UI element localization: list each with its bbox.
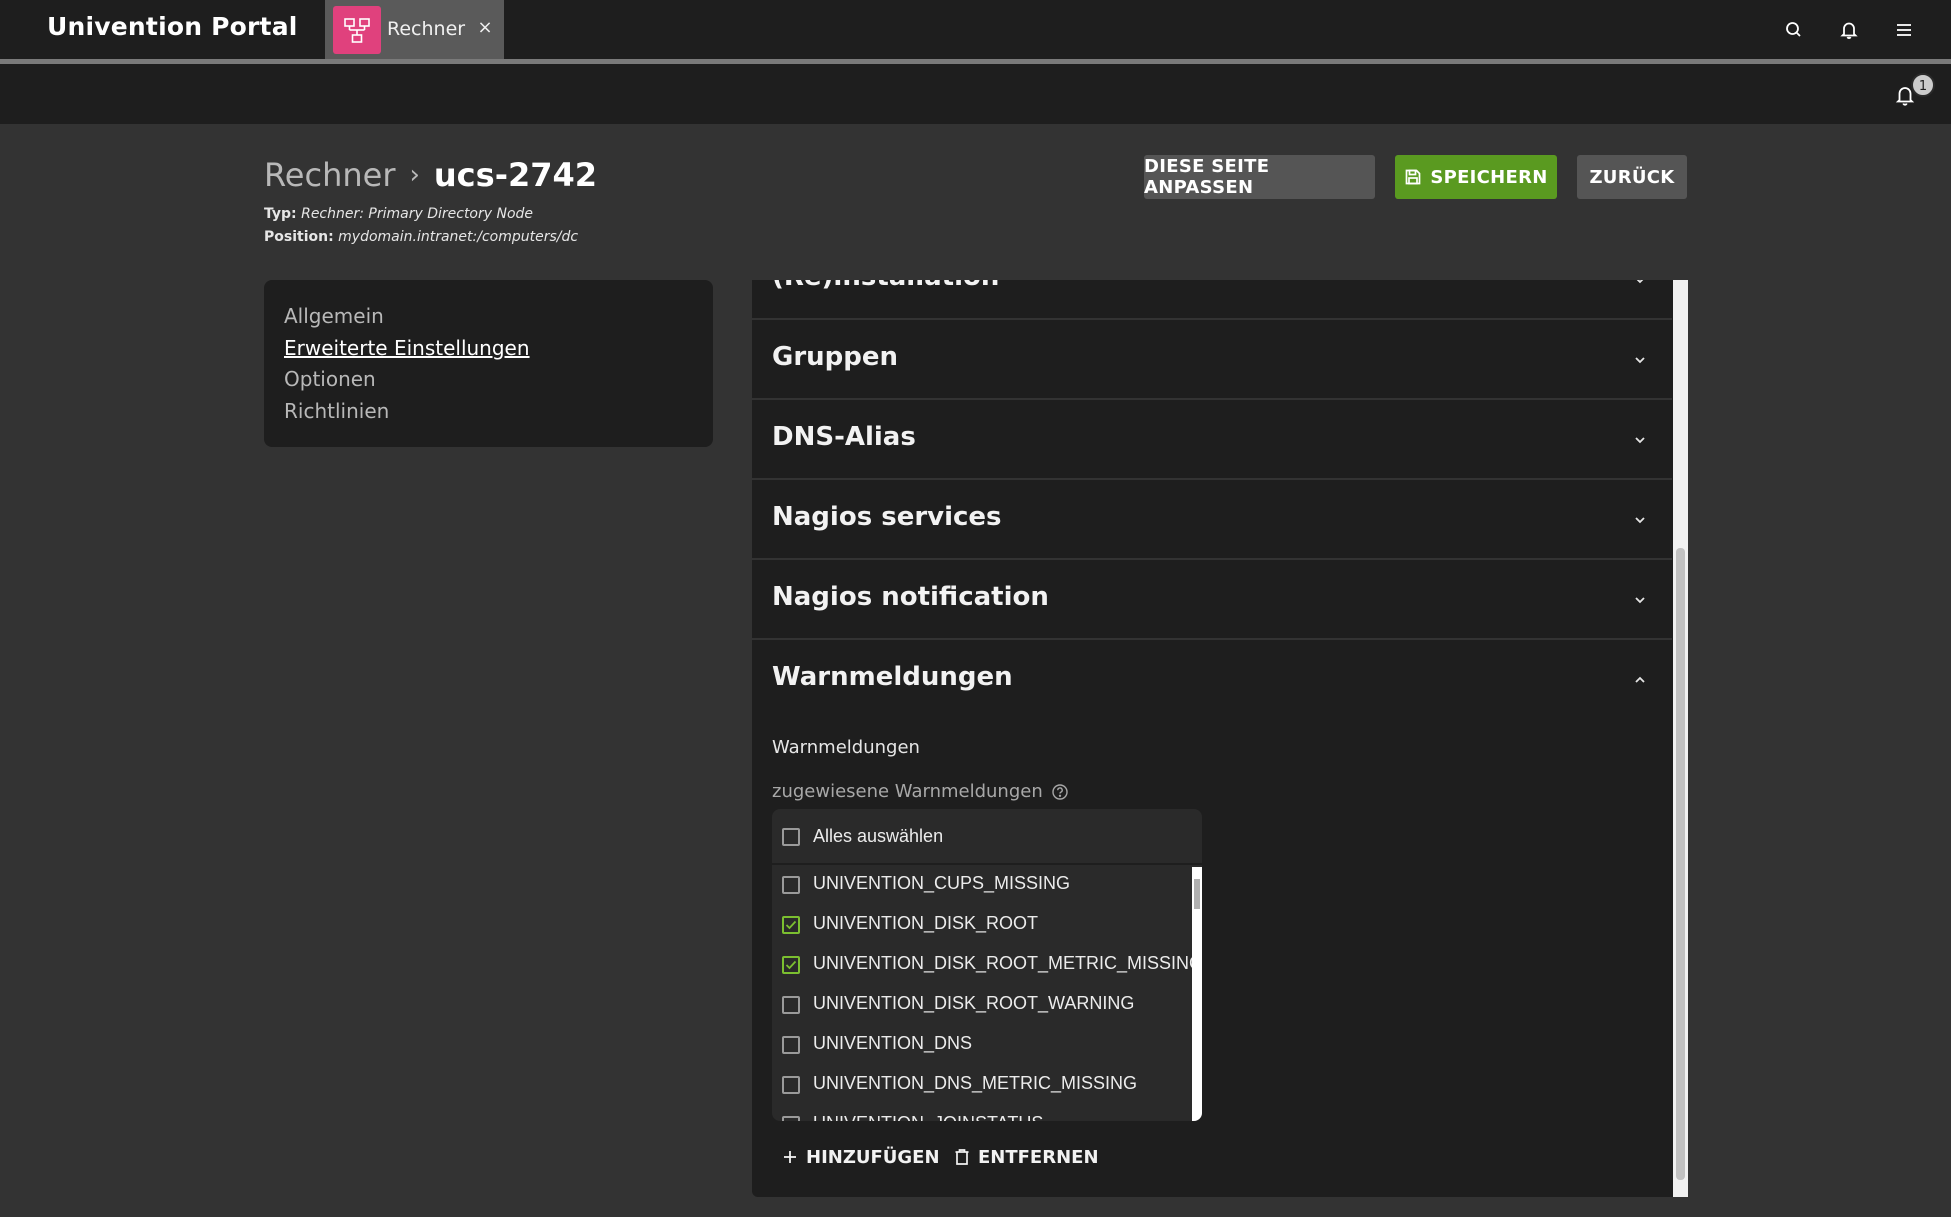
tab-rechner[interactable]: Rechner ×: [325, 0, 504, 60]
position-line: Position: mydomain.intranet:/computers/d…: [264, 229, 578, 245]
list-item-label: UNIVENTION_DNS: [813, 1033, 973, 1053]
menu-icon[interactable]: [1890, 16, 1918, 44]
top-header: Univention Portal Rechner ×: [0, 0, 1951, 60]
chevron-right-icon: ›: [409, 160, 420, 190]
breadcrumb-parent[interactable]: Rechner: [264, 156, 395, 194]
plus-icon: [784, 1151, 796, 1163]
section-nagios-services[interactable]: Nagios services: [752, 480, 1672, 560]
save-button[interactable]: SPEICHERN: [1395, 155, 1557, 199]
select-all-row[interactable]: Alles auswählen: [772, 809, 1202, 865]
check-icon: [785, 960, 797, 970]
breadcrumb: Rechner › ucs-2742: [264, 154, 597, 196]
remove-button[interactable]: ENTFERNEN: [954, 1142, 1099, 1172]
list-item-label: UNIVENTION_CUPS_MISSING: [813, 873, 1071, 893]
notification-count-badge: 1: [1911, 73, 1935, 97]
list-item-label: UNIVENTION_DISK_ROOT_WARNING: [813, 993, 1135, 1013]
portal-title[interactable]: Univention Portal: [47, 12, 298, 41]
back-button[interactable]: ZURÜCK: [1577, 155, 1687, 199]
content-scrollbar-thumb[interactable]: [1676, 548, 1685, 1180]
checkbox-checked[interactable]: [782, 956, 800, 974]
page-title: ucs-2742: [433, 156, 598, 194]
checkbox[interactable]: [782, 996, 800, 1014]
select-all-label: Alles auswählen: [813, 826, 944, 846]
position-label: Position:: [264, 229, 334, 245]
customize-page-button[interactable]: DIESE SEITE ANPASSEN: [1144, 155, 1375, 199]
section-title: Nagios services: [772, 502, 1002, 532]
computers-icon: [333, 6, 381, 54]
list-item-label: UNIVENTION_DISK_ROOT: [813, 913, 1039, 933]
bell-icon[interactable]: [1835, 16, 1863, 44]
tab-label: Rechner: [387, 18, 466, 40]
section-title: Warnmeldungen: [772, 662, 1013, 692]
section-reinstallation[interactable]: (Re)installation: [752, 280, 1672, 320]
section-title: Nagios notification: [772, 582, 1049, 612]
chevron-down-icon: [1635, 517, 1645, 524]
position-value: mydomain.intranet:/computers/dc: [338, 229, 579, 245]
section-dns-alias[interactable]: DNS-Alias: [752, 400, 1672, 480]
section-gruppen[interactable]: Gruppen: [752, 320, 1672, 400]
list-scrollbar-thumb[interactable]: [1194, 879, 1200, 909]
checkbox[interactable]: [782, 876, 800, 894]
add-button-label: HINZUFÜGEN: [806, 1146, 940, 1168]
warnings-multiselect: Alles auswählen UNIVENTION_CUPS_MISSING …: [772, 809, 1202, 1121]
chevron-down-icon: [1635, 357, 1645, 364]
section-title: DNS-Alias: [772, 422, 916, 452]
search-icon[interactable]: [1780, 16, 1808, 44]
checkbox-checked[interactable]: [782, 916, 800, 934]
section-title: Gruppen: [772, 342, 899, 372]
chevron-down-icon: [1635, 437, 1645, 444]
close-icon[interactable]: ×: [474, 14, 496, 42]
remove-button-label: ENTFERNEN: [978, 1146, 1099, 1168]
select-all-checkbox[interactable]: [782, 828, 800, 846]
section-nagios-notification[interactable]: Nagios notification: [752, 560, 1672, 640]
customize-button-label: DIESE SEITE ANPASSEN: [1144, 156, 1270, 198]
type-line: Typ: Rechner: Primary Directory Node: [264, 206, 533, 222]
checkbox[interactable]: [782, 1116, 800, 1121]
nav-item-erweiterte-einstellungen[interactable]: Erweiterte Einstellungen: [284, 336, 530, 360]
list-item-label: UNIVENTION_DNS_METRIC_MISSING: [813, 1073, 1138, 1093]
check-icon: [785, 920, 797, 930]
assigned-warnings-text: zugewiesene Warnmeldungen: [772, 781, 1043, 802]
content-panel: (Re)installation Gruppen DNS-Alias Nagio…: [752, 280, 1688, 1197]
trash-icon: [955, 1149, 969, 1165]
help-icon[interactable]: [1051, 783, 1069, 801]
type-value: Rechner: Primary Directory Node: [301, 206, 534, 222]
section-nav: Allgemein Erweiterte Einstellungen Optio…: [264, 280, 713, 447]
warnings-field-label: Warnmeldungen: [772, 737, 920, 758]
add-button[interactable]: HINZUFÜGEN: [782, 1142, 940, 1172]
chevron-down-icon: [1636, 280, 1644, 284]
save-button-label: SPEICHERN: [1430, 166, 1548, 188]
chevron-down-icon: [1635, 597, 1645, 604]
list-item-label: UNIVENTION_DISK_ROOT_METRIC_MISSING: [813, 953, 1202, 973]
nav-item-allgemein[interactable]: Allgemein: [284, 304, 384, 328]
assigned-warnings-label: zugewiesene Warnmeldungen: [772, 781, 1069, 802]
checkbox[interactable]: [782, 1036, 800, 1054]
checkbox[interactable]: [782, 1076, 800, 1094]
section-warnmeldungen[interactable]: Warnmeldungen: [752, 640, 1672, 720]
back-button-label: ZURÜCK: [1589, 166, 1675, 188]
type-label: Typ:: [264, 206, 297, 222]
chevron-up-icon: [1635, 676, 1645, 683]
section-title: (Re)installation: [772, 280, 999, 292]
nav-item-richtlinien[interactable]: Richtlinien: [284, 399, 389, 423]
notification-bar: [0, 64, 1951, 124]
save-icon: [1405, 169, 1421, 185]
list-item-label: UNIVENTION_JOINSTATUS: [813, 1113, 1043, 1121]
nav-item-optionen[interactable]: Optionen: [284, 367, 376, 391]
